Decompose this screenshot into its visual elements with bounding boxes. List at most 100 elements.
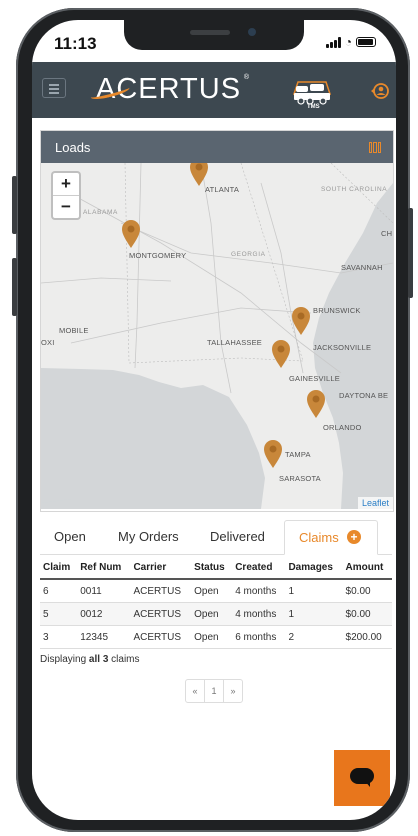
map-marker-icon[interactable] [189, 163, 209, 187]
loads-card-header: Loads [41, 131, 393, 163]
cell-status: Open [191, 625, 233, 649]
cell-created: 4 months [232, 602, 286, 626]
column-header[interactable]: Status [191, 557, 233, 580]
phone-power-button [408, 208, 413, 298]
claims-table: Claim Ref Num Carrier Status Created Dam… [40, 557, 392, 649]
columns-icon[interactable] [369, 142, 381, 153]
map-marker-icon[interactable] [306, 389, 326, 419]
pagination-next-button[interactable]: » [223, 680, 242, 702]
table-row[interactable]: 6 0011 ACERTUS Open 4 months 1 $0.00 [40, 579, 392, 603]
cell-amount: $200.00 [342, 625, 392, 649]
cell-claim: 3 [40, 625, 78, 649]
wifi-icon: ◔ [344, 35, 352, 49]
map-marker-icon[interactable] [271, 339, 291, 369]
tab-claims-label: Claims [299, 530, 339, 545]
column-header[interactable]: Ref Num [77, 557, 131, 580]
cell-carrier: ACERTUS [130, 602, 192, 626]
add-claim-icon[interactable]: + [347, 530, 361, 544]
chat-bubble-icon [350, 768, 374, 784]
table-row[interactable]: 5 0012 ACERTUS Open 4 months 1 $0.00 [40, 602, 392, 626]
city-label: ORLANDO [323, 423, 362, 432]
status-time: 11:13 [54, 34, 97, 53]
cell-ref-num: 12345 [77, 625, 131, 649]
zoom-in-button[interactable]: + [53, 173, 79, 195]
pagination: « 1 » [185, 679, 243, 703]
table-header-row: Claim Ref Num Carrier Status Created Dam… [40, 557, 392, 580]
tab-delivered[interactable]: Delivered [210, 529, 265, 544]
cell-created: 6 months [232, 625, 286, 649]
cell-damages: 1 [285, 579, 343, 603]
loads-card: Loads + − SOUTH CAROLINA ALABAMA GEORGIA… [40, 130, 394, 512]
registered-mark: ® [243, 74, 250, 81]
chat-launcher-button[interactable] [334, 750, 390, 806]
summary-count: all 3 [88, 654, 109, 665]
city-label: DAYTONA BE [339, 391, 389, 400]
state-label: GEORGIA [231, 251, 266, 258]
cell-status: Open [191, 602, 233, 626]
column-header[interactable]: Damages [285, 557, 343, 580]
tms-label: TMS [307, 104, 320, 110]
pagination-page-1[interactable]: 1 [204, 680, 223, 702]
loads-map[interactable]: + − SOUTH CAROLINA ALABAMA GEORGIA ATLAN… [41, 163, 393, 509]
phone-notch [124, 20, 304, 50]
cell-damages: 1 [285, 602, 343, 626]
app-header: ACERTUS ® TMS [32, 62, 396, 118]
state-label: SOUTH CAROLINA [321, 186, 388, 193]
column-header[interactable]: Claim [40, 557, 78, 580]
city-label: ATLANTA [205, 185, 240, 194]
state-label: ALABAMA [83, 209, 118, 216]
cell-claim: 5 [40, 602, 78, 626]
city-label: MOBILE [59, 326, 89, 335]
city-label: TALLAHASSEE [207, 338, 263, 347]
map-zoom-control: + − [51, 171, 81, 220]
cell-carrier: ACERTUS [130, 625, 192, 649]
phone-side-button [12, 258, 17, 316]
battery-icon [356, 37, 376, 47]
user-profile-icon[interactable] [370, 81, 390, 101]
tab-open[interactable]: Open [54, 529, 86, 544]
app-screen: 11:13 ◔ ACERTUS ® TMS Loads + − SOUTH CA… [32, 20, 396, 820]
city-label: SARASOTA [279, 474, 321, 483]
city-label: JACKSONVILLE [313, 343, 372, 352]
summary-prefix: Displaying [40, 654, 89, 665]
claims-summary: Displaying all 3 claims [40, 654, 140, 665]
cell-ref-num: 0012 [77, 602, 131, 626]
cell-ref-num: 0011 [77, 579, 131, 603]
cell-damages: 2 [285, 625, 343, 649]
cell-amount: $0.00 [342, 602, 392, 626]
city-label: MONTGOMERY [129, 251, 187, 260]
map-marker-icon[interactable] [121, 219, 141, 249]
city-label: SAVANNAH [341, 263, 383, 272]
cell-created: 4 months [232, 579, 286, 603]
hamburger-menu-button[interactable] [42, 78, 66, 98]
summary-suffix: claims [108, 654, 140, 665]
table-row[interactable]: 3 12345 ACERTUS Open 6 months 2 $200.00 [40, 625, 392, 649]
city-label: OXI [41, 338, 55, 347]
column-header[interactable]: Amount [342, 557, 392, 580]
cell-status: Open [191, 579, 233, 603]
claims-tabs: Open My Orders Delivered Claims + [40, 520, 392, 555]
city-label: BRUNSWICK [313, 306, 361, 315]
city-label: TAMPA [285, 450, 311, 459]
system-icons: ◔ [325, 35, 376, 49]
cell-claim: 6 [40, 579, 78, 603]
acertus-logo: ACERTUS ® [89, 74, 249, 104]
tab-my-orders[interactable]: My Orders [118, 529, 179, 544]
leaflet-attribution-link[interactable]: Leaflet [357, 497, 393, 509]
pagination-prev-button[interactable]: « [186, 680, 204, 702]
cell-amount: $0.00 [342, 579, 392, 603]
column-header[interactable]: Created [232, 557, 286, 580]
city-label: CH [381, 229, 393, 238]
tab-claims[interactable]: Claims + [284, 520, 378, 555]
map-marker-icon[interactable] [263, 439, 283, 469]
loads-card-title: Loads [55, 140, 91, 155]
signal-icon [325, 36, 341, 48]
phone-side-button [12, 176, 17, 234]
map-marker-icon[interactable] [291, 306, 311, 336]
city-label: GAINESVILLE [289, 374, 340, 383]
zoom-out-button[interactable]: − [53, 195, 79, 218]
column-header[interactable]: Carrier [130, 557, 192, 580]
cell-carrier: ACERTUS [130, 579, 192, 603]
tms-truck-icon[interactable]: TMS [290, 74, 334, 110]
chat-bubble-tail [364, 780, 370, 787]
